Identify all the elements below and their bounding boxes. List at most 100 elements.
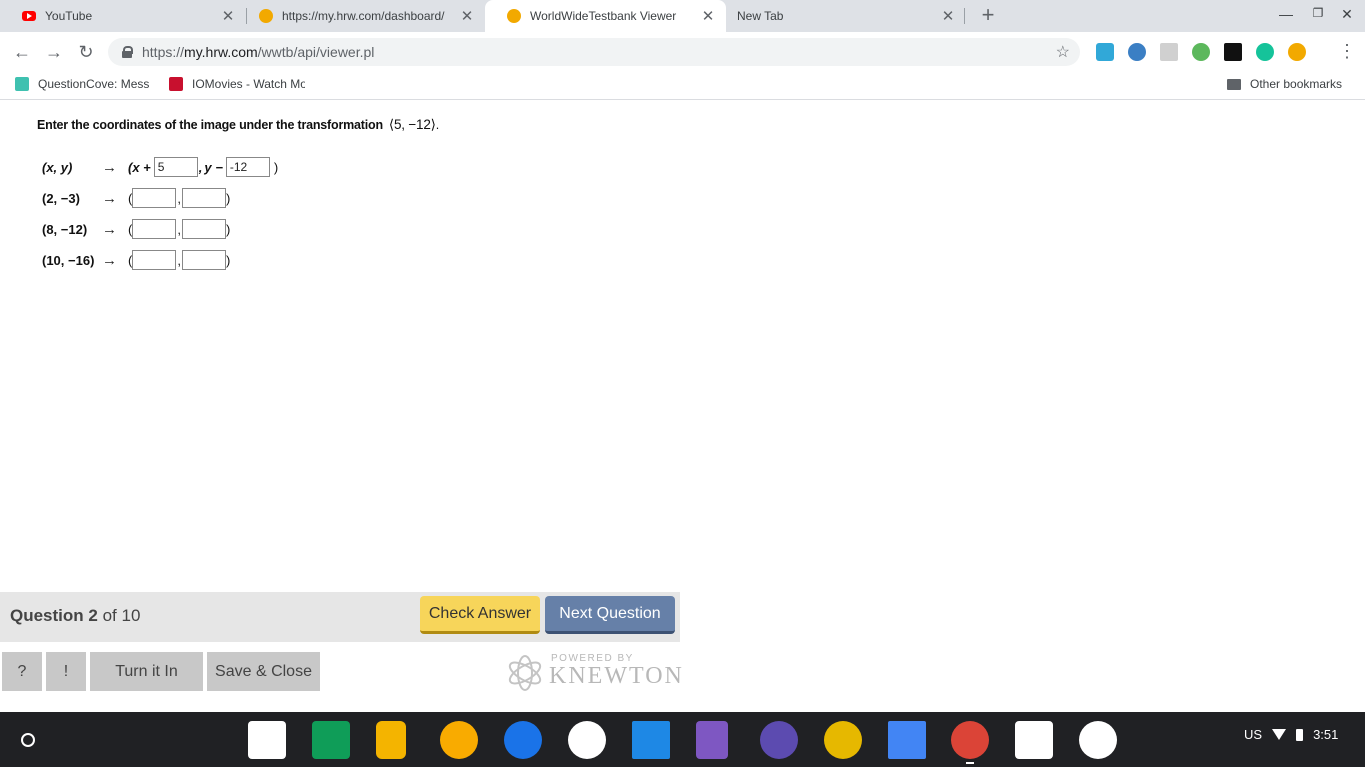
reload-icon[interactable]: ↻ <box>74 40 98 64</box>
os-shelf: US 3:51 <box>0 712 1365 767</box>
extension-pencil-icon[interactable] <box>1288 43 1306 61</box>
tab-new-tab[interactable]: New Tab ✕ <box>726 0 966 32</box>
google-drive-icon[interactable] <box>568 721 606 759</box>
arrow-icon: → <box>102 251 117 269</box>
help-button[interactable]: ? <box>2 652 42 691</box>
gmail-icon[interactable] <box>1015 721 1053 759</box>
rule-y-input[interactable] <box>225 157 270 177</box>
tab-strip: YouTube ✕ https://my.hrw.com/dashboard/ … <box>0 0 1365 32</box>
arrow-icon: → <box>102 189 117 207</box>
bookmark-iomovies[interactable]: IOMovies - Watch Mo <box>169 77 305 91</box>
wifi-icon <box>1272 729 1287 740</box>
close-icon[interactable]: ✕ <box>457 7 477 25</box>
extension-square-icon[interactable] <box>1160 43 1178 61</box>
atom-icon <box>508 655 542 691</box>
chrome-icon[interactable] <box>951 721 989 759</box>
arrow-icon: → <box>102 220 117 238</box>
bookmark-star-icon[interactable]: ☆ <box>1056 42 1070 62</box>
rule-lhs: (x, y) <box>42 159 73 175</box>
rule-x-input[interactable] <box>153 157 198 177</box>
extension-android-icon[interactable] <box>1192 43 1210 61</box>
arrow-icon: → <box>102 158 117 176</box>
other-bookmarks[interactable]: Other bookmarks <box>1227 77 1342 91</box>
image-y-input[interactable] <box>181 219 226 239</box>
question-counter: Question 2 of 10 <box>10 606 141 625</box>
image-y-input[interactable] <box>181 250 226 270</box>
point-row: (2, −3) → ( , ) <box>42 187 230 209</box>
hint-button[interactable]: ! <box>46 652 86 691</box>
tab-youtube[interactable]: YouTube ✕ <box>0 0 246 32</box>
lock-icon <box>122 46 133 58</box>
image-x-input[interactable] <box>132 188 177 208</box>
point-row: (8, −12) → ( , ) <box>42 218 230 240</box>
lightbulb-app-icon[interactable] <box>440 721 478 759</box>
prompt-text: Enter the coordinates of the image under… <box>37 118 383 132</box>
keep-app-icon[interactable] <box>376 721 406 759</box>
extension-audio-icon[interactable] <box>1224 43 1242 61</box>
rule-comma: , <box>198 159 203 175</box>
extension-cloud-icon[interactable] <box>1096 43 1114 61</box>
pen-app-icon[interactable] <box>504 721 542 759</box>
close-paren: ) <box>225 252 231 268</box>
image-x-input[interactable] <box>132 250 177 270</box>
v3-app-icon[interactable] <box>632 721 670 759</box>
comma: , <box>177 252 181 268</box>
turn-in-button[interactable]: Turn it In <box>90 652 203 691</box>
tab-worldwidetestbank[interactable]: WorldWideTestbank Viewer ✕ <box>485 0 726 32</box>
tab-title: YouTube <box>45 9 93 23</box>
launcher-icon[interactable] <box>8 720 48 760</box>
bookmark-questioncove[interactable]: QuestionCove: Mess <box>15 77 155 91</box>
clock: 3:51 <box>1313 727 1339 742</box>
tab-title: New Tab <box>737 9 784 23</box>
epic-app-icon[interactable] <box>760 721 798 759</box>
folder-icon <box>1227 78 1241 90</box>
close-icon[interactable]: ✕ <box>938 7 958 25</box>
hrw-icon <box>259 9 273 23</box>
rule-row: (x, y) → (x + , y − ) <box>42 156 278 178</box>
point-label: (10, −16) <box>42 252 95 268</box>
extension-globe-icon[interactable] <box>1128 43 1146 61</box>
back-icon[interactable]: ← <box>10 40 34 64</box>
more-menu-icon[interactable]: ⋮ <box>1338 40 1356 62</box>
printer-app-icon[interactable] <box>1079 721 1117 759</box>
tab-hrw-dashboard[interactable]: https://my.hrw.com/dashboard/ ✕ <box>237 0 485 32</box>
next-question-button[interactable]: Next Question <box>545 596 675 634</box>
battery-icon <box>1296 728 1304 741</box>
point-label: (8, −12) <box>42 221 88 237</box>
rule-close-paren: ) <box>273 159 279 175</box>
forward-icon[interactable]: → <box>42 40 66 64</box>
tab-title: WorldWideTestbank Viewer <box>530 9 677 23</box>
close-paren: ) <box>225 221 231 237</box>
active-app-indicator <box>966 762 974 764</box>
status-tray[interactable]: US 3:51 <box>1244 727 1338 742</box>
close-icon[interactable]: ✕ <box>698 7 718 25</box>
browser-toolbar: ← → ↻ https://my.hrw.com/wwtb/api/viewer… <box>0 32 1365 72</box>
restore-icon[interactable]: ❐ <box>1308 6 1328 20</box>
google-classroom-icon[interactable] <box>312 721 350 759</box>
google-sites-icon[interactable] <box>888 721 926 759</box>
notebook-app-icon[interactable] <box>696 721 728 759</box>
url-text: https://my.hrw.com/wwtb/api/viewer.pl <box>142 44 375 60</box>
page-content: Enter the coordinates of the image under… <box>0 101 1365 712</box>
gem-app-icon[interactable] <box>824 721 862 759</box>
image-y-input[interactable] <box>181 188 226 208</box>
bookmark-label: IOMovies - Watch Mo <box>192 77 305 91</box>
image-x-input[interactable] <box>132 219 177 239</box>
desmos-app-icon[interactable] <box>248 721 286 759</box>
address-bar[interactable]: https://my.hrw.com/wwtb/api/viewer.pl ☆ <box>108 38 1080 66</box>
grammarly-icon[interactable] <box>1256 43 1274 61</box>
locale-indicator: US <box>1244 727 1263 742</box>
other-bookmarks-label: Other bookmarks <box>1250 77 1343 91</box>
minimize-icon[interactable]: — <box>1276 6 1296 22</box>
knewton-logo: POWERED BY KNEWTON <box>505 653 682 693</box>
close-icon[interactable]: ✕ <box>218 7 238 25</box>
comma: , <box>177 221 181 237</box>
close-window-icon[interactable]: ✕ <box>1337 6 1357 23</box>
translation-vector: ⟨5, −12⟩ <box>388 117 436 132</box>
new-tab-button[interactable]: + <box>976 4 1000 28</box>
youtube-icon <box>22 11 36 21</box>
tab-title: https://my.hrw.com/dashboard/ <box>282 9 445 23</box>
save-close-button[interactable]: Save & Close <box>207 652 320 691</box>
check-answer-button[interactable]: Check Answer <box>420 596 540 634</box>
prompt-period: . <box>435 118 440 132</box>
